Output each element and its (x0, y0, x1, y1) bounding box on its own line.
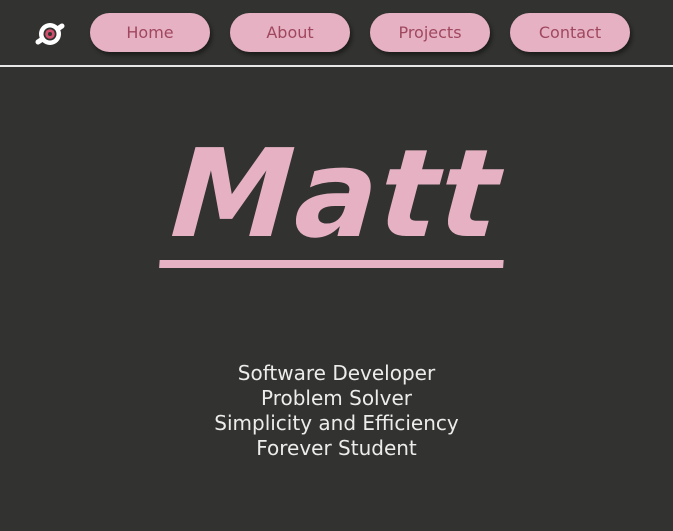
navbar: Home About Projects Contact (0, 0, 673, 67)
tagline-item: Software Developer (237, 361, 436, 385)
tagline-item: Problem Solver (261, 386, 412, 410)
nav-contact-button[interactable]: Contact (510, 13, 630, 52)
hero-name-heading: Matt (159, 123, 514, 268)
nav-about-button[interactable]: About (230, 13, 350, 52)
tagline-item: Forever Student (256, 436, 417, 460)
hero: Matt (0, 123, 673, 268)
tagline-item: Simplicity and Efficiency (214, 411, 459, 435)
tagline-list: Software Developer Problem Solver Simpli… (0, 361, 673, 461)
nav-home-button[interactable]: Home (90, 13, 210, 52)
page: Home About Projects Contact Matt Softwar… (0, 0, 673, 531)
nav-projects-button[interactable]: Projects (370, 13, 490, 52)
logo-icon[interactable] (33, 18, 67, 50)
